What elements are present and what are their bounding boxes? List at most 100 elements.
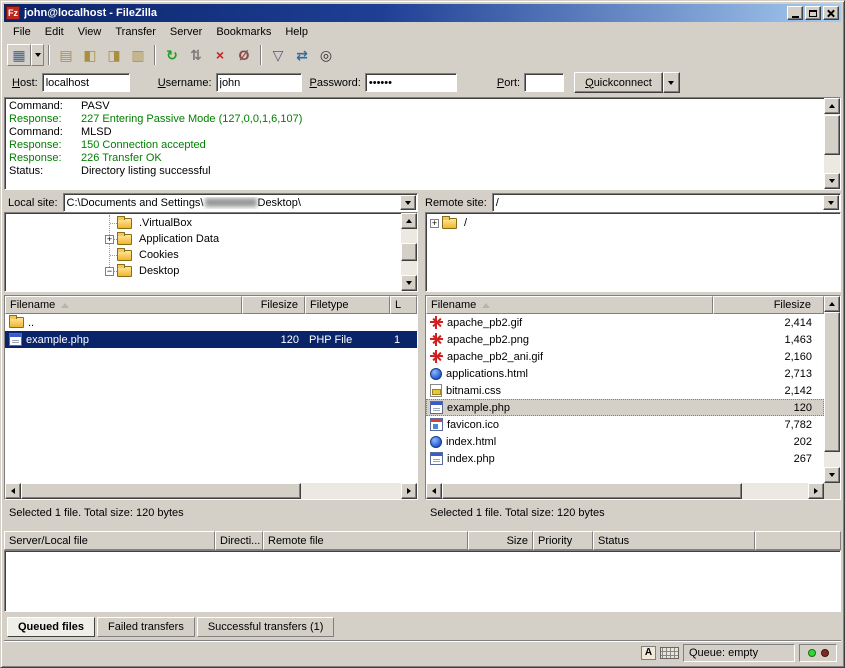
tab-failed-transfers[interactable]: Failed transfers	[97, 617, 195, 637]
menu-item-help[interactable]: Help	[278, 23, 315, 41]
remote-file-row[interactable]: applications.html2,713	[426, 365, 824, 382]
tree-item-[interactable]: +/	[426, 215, 840, 231]
scrollbar-track[interactable]	[824, 114, 840, 173]
find-button[interactable]: ◎	[314, 44, 338, 66]
remote-site-dropdown-button[interactable]	[823, 195, 839, 210]
column-header-filesize[interactable]: Filesize	[242, 296, 305, 314]
remote-file-row[interactable]: example.php120	[426, 399, 824, 416]
expand-plus-icon[interactable]: +	[430, 219, 439, 228]
column-header-server-local-file[interactable]: Server/Local file	[4, 531, 215, 550]
close-button[interactable]	[823, 6, 839, 20]
remote-tree-toggle-button[interactable]: ◨	[102, 44, 126, 66]
scrollbar-thumb[interactable]	[442, 483, 742, 499]
scroll-down-icon	[829, 473, 835, 477]
site-manager-button[interactable]: ▦	[7, 44, 31, 66]
transfer-queue-list[interactable]	[4, 550, 841, 612]
disconnect-button[interactable]: Ø	[232, 44, 256, 66]
menu-item-view[interactable]: View	[71, 23, 109, 41]
menu-item-transfer[interactable]: Transfer	[108, 23, 163, 41]
refresh-button[interactable]: ↻	[160, 44, 184, 66]
scroll-down-button[interactable]	[824, 173, 840, 189]
collapse-minus-icon[interactable]: −	[105, 267, 114, 276]
scroll-left-button[interactable]	[426, 483, 442, 499]
tab-successful-transfers-1[interactable]: Successful transfers (1)	[197, 617, 335, 637]
scrollbar-thumb[interactable]	[824, 115, 840, 155]
remote-file-row[interactable]: favicon.ico7,782	[426, 416, 824, 433]
remote-vertical-scrollbar[interactable]	[824, 296, 840, 483]
column-header-filesize[interactable]: Filesize	[713, 296, 824, 314]
scroll-right-button[interactable]	[808, 483, 824, 499]
site-manager-dropdown-button[interactable]	[31, 44, 44, 66]
local-site-dropdown-button[interactable]	[400, 195, 416, 210]
message-log-toggle-button[interactable]: ▤	[54, 44, 78, 66]
port-input[interactable]	[524, 73, 564, 92]
column-header-filename[interactable]: Filename	[426, 296, 713, 314]
scroll-down-button[interactable]	[824, 467, 840, 483]
column-header-filename[interactable]: Filename	[5, 296, 242, 314]
scroll-down-button[interactable]	[401, 275, 417, 291]
remote-horizontal-scrollbar[interactable]	[426, 483, 824, 499]
menu-item-bookmarks[interactable]: Bookmarks	[209, 23, 278, 41]
scrollbar-track[interactable]	[824, 312, 840, 467]
host-input[interactable]	[42, 73, 130, 92]
tree-item-cookies[interactable]: Cookies	[5, 247, 401, 263]
scrollbar-thumb[interactable]	[401, 243, 417, 261]
local-site-combo[interactable]: C:\Documents and Settings\Desktop\	[63, 193, 418, 212]
log-vertical-scrollbar[interactable]	[824, 98, 840, 189]
quickconnect-dropdown-button[interactable]	[663, 72, 680, 93]
queue-splitter[interactable]	[4, 522, 841, 531]
scrollbar-track[interactable]	[401, 229, 417, 275]
scroll-right-button[interactable]	[401, 483, 417, 499]
column-header-status[interactable]: Status	[593, 531, 755, 550]
menu-item-file[interactable]: File	[6, 23, 38, 41]
title-bar[interactable]: Fz john@localhost - FileZilla	[4, 4, 841, 22]
remote-file-row[interactable]: bitnami.css2,142	[426, 382, 824, 399]
filter-button[interactable]: ▽	[266, 44, 290, 66]
comparison-button[interactable]: ⇄	[290, 44, 314, 66]
remote-file-row[interactable]: apache_pb2_ani.gif2,160	[426, 348, 824, 365]
scrollbar-track[interactable]	[442, 483, 808, 499]
column-header-directi[interactable]: Directi...	[215, 531, 263, 550]
remote-file-row[interactable]: index.html202	[426, 433, 824, 450]
menu-item-edit[interactable]: Edit	[38, 23, 71, 41]
speed-limit-icon[interactable]	[660, 647, 679, 659]
queue-toggle-button[interactable]: ▥	[126, 44, 150, 66]
tree-item-virtualbox[interactable]: .VirtualBox	[5, 215, 401, 231]
column-header-l[interactable]: L	[390, 296, 417, 314]
remote-file-row[interactable]: index.php267	[426, 450, 824, 467]
column-header-filetype[interactable]: Filetype	[305, 296, 390, 314]
pane-splitter[interactable]	[418, 295, 425, 500]
local-tree-toggle-button[interactable]: ◧	[78, 44, 102, 66]
tree-item-desktop[interactable]: −Desktop	[5, 263, 401, 279]
cancel-button[interactable]: ×	[208, 44, 232, 66]
process-queue-button[interactable]: ⇅	[184, 44, 208, 66]
scrollbar-thumb[interactable]	[21, 483, 301, 499]
password-input[interactable]	[365, 73, 457, 92]
expand-plus-icon[interactable]: +	[105, 235, 114, 244]
column-header-remote-file[interactable]: Remote file	[263, 531, 468, 550]
tab-queued-files[interactable]: Queued files	[7, 617, 95, 637]
column-header-priority[interactable]: Priority	[533, 531, 593, 550]
tree-item-application-data[interactable]: +Application Data	[5, 231, 401, 247]
remote-file-row[interactable]: apache_pb2.gif2,414	[426, 314, 824, 331]
remote-file-row[interactable]: apache_pb2.png1,463	[426, 331, 824, 348]
scroll-left-button[interactable]	[5, 483, 21, 499]
scrollbar-track[interactable]	[21, 483, 401, 499]
local-tree-scrollbar[interactable]	[401, 213, 417, 291]
transfer-type-icon[interactable]: A	[641, 646, 656, 660]
local-horizontal-scrollbar[interactable]	[5, 483, 417, 499]
local-file-row[interactable]: ..	[5, 314, 417, 331]
maximize-button[interactable]	[805, 6, 821, 20]
quickconnect-button[interactable]: Quickconnect	[574, 72, 663, 93]
scroll-up-button[interactable]	[824, 98, 840, 114]
column-header-size[interactable]: Size	[468, 531, 533, 550]
minimize-button[interactable]	[787, 6, 803, 20]
remote-site-combo[interactable]: /	[492, 193, 841, 212]
scroll-up-button[interactable]	[824, 296, 840, 312]
local-file-row[interactable]: example.php120PHP File1	[5, 331, 417, 348]
scrollbar-thumb[interactable]	[824, 312, 840, 452]
pane-splitter[interactable]	[418, 212, 425, 292]
menu-item-server[interactable]: Server	[163, 23, 209, 41]
scroll-up-button[interactable]	[401, 213, 417, 229]
username-input[interactable]	[216, 73, 302, 92]
